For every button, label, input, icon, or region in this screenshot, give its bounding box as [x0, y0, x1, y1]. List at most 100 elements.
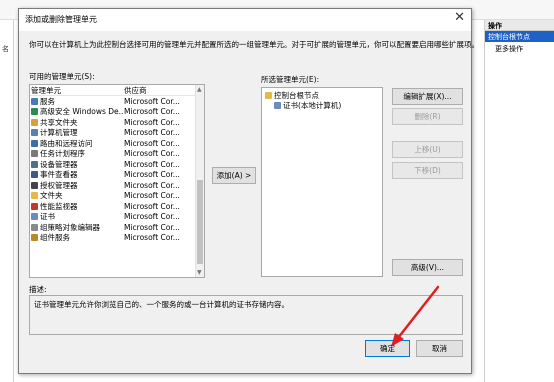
- list-item[interactable]: 任务计划程序 Microsoft Cor...: [30, 149, 196, 160]
- mmc-tree-pane: 名: [0, 20, 14, 382]
- scroll-up-icon[interactable]: ▲: [197, 86, 202, 93]
- selected-snapins-label: 所选管理单元(E):: [261, 75, 320, 84]
- dialog-instructions: 你可以在计算机上为此控制台选择可用的管理单元并配置所选的一组管理单元。对于可扩展…: [29, 40, 479, 49]
- list-item-label: 共享文件夹: [40, 117, 78, 127]
- list-item-vendor: Microsoft Cor...: [124, 191, 180, 201]
- available-snapins-label: 可用的管理单元(S):: [29, 72, 95, 81]
- advanced-button[interactable]: 高级(V)...: [392, 259, 463, 276]
- edit-extensions-button[interactable]: 编辑扩展(X)...: [392, 88, 463, 105]
- list-item-name: 授权管理器: [30, 180, 124, 191]
- list-item-name: 性能监视器: [30, 201, 124, 212]
- folder-icon: [265, 91, 272, 99]
- description-label: 描述:: [29, 285, 47, 294]
- list-item-vendor: Microsoft Cor...: [124, 180, 180, 190]
- services-icon: [31, 97, 38, 105]
- close-icon[interactable]: ✕: [454, 11, 465, 25]
- list-item-vendor: Microsoft Cor...: [124, 170, 180, 180]
- list-item-name: 共享文件夹: [30, 117, 124, 128]
- authorization-manager-icon: [31, 181, 38, 189]
- list-item-label: 文件夹: [40, 191, 63, 201]
- list-item[interactable]: 计算机管理 Microsoft Cor...: [30, 128, 196, 139]
- list-item-vendor: Microsoft Cor...: [124, 107, 180, 117]
- list-item-label: 组策略对象编辑器: [40, 222, 100, 232]
- list-item-label: 事件查看器: [40, 170, 78, 180]
- list-item[interactable]: 事件查看器 Microsoft Cor...: [30, 170, 196, 181]
- tree-node[interactable]: 证书(本地计算机): [262, 100, 382, 110]
- actions-more-actions[interactable]: 更多操作: [485, 42, 554, 56]
- tree-node-label: 证书(本地计算机): [283, 100, 342, 110]
- selected-rows: 控制台根节点 证书(本地计算机): [262, 88, 382, 110]
- tree-node[interactable]: 控制台根节点: [262, 90, 382, 100]
- available-list-header: 管理单元 供应商: [30, 85, 196, 96]
- list-item-vendor: Microsoft Cor...: [124, 201, 180, 211]
- remove-button[interactable]: 删除(R): [392, 108, 463, 125]
- list-item-label: 高级安全 Windows De...: [40, 107, 124, 117]
- list-item[interactable]: 高级安全 Windows De... Microsoft Cor...: [30, 107, 196, 118]
- computer-management-icon: [31, 129, 38, 137]
- list-item-label: 证书: [40, 212, 55, 222]
- list-item-name: 路由和远程访问: [30, 138, 124, 149]
- move-down-button[interactable]: 下移(D): [392, 162, 463, 179]
- column-header-snapin[interactable]: 管理单元: [30, 85, 124, 95]
- cancel-button[interactable]: 取消: [416, 340, 463, 357]
- list-item-name: 组件服务: [30, 232, 124, 243]
- add-button[interactable]: 添加(A) >: [212, 167, 256, 184]
- list-item-vendor: Microsoft Cor...: [124, 128, 180, 138]
- list-item[interactable]: 路由和远程访问 Microsoft Cor...: [30, 138, 196, 149]
- routing-icon: [31, 139, 38, 147]
- available-snapins-list[interactable]: 管理单元 供应商 服务 Microsoft Cor... 高级安全 Windows …: [29, 84, 205, 278]
- firewall-icon: [31, 108, 38, 116]
- tree-pane-label: 名: [2, 45, 9, 53]
- list-item-label: 授权管理器: [40, 180, 78, 190]
- dialog-title: 添加或删除管理单元: [25, 15, 97, 24]
- list-item[interactable]: 证书 Microsoft Cor...: [30, 212, 196, 223]
- dialog-titlebar: 添加或删除管理单元 ✕: [19, 9, 471, 31]
- description-text: 证书管理单元允许你浏览自己的、一个服务的或一台计算机的证书存储内容。: [34, 300, 289, 309]
- component-services-icon: [31, 234, 38, 242]
- available-list-scrollbar[interactable]: ▲ ▼: [195, 85, 204, 277]
- scroll-down-icon[interactable]: ▼: [197, 269, 202, 276]
- task-scheduler-icon: [31, 150, 38, 158]
- add-remove-snapins-dialog: 添加或删除管理单元 ✕ 你可以在计算机上为此控制台选择可用的管理单元并配置所选的…: [18, 8, 479, 374]
- list-item[interactable]: 服务 Microsoft Cor...: [30, 96, 196, 107]
- list-item-name: 任务计划程序: [30, 148, 124, 159]
- list-item[interactable]: 组件服务 Microsoft Cor...: [30, 233, 196, 244]
- list-item-vendor: Microsoft Cor...: [124, 222, 180, 232]
- list-item-label: 服务: [40, 96, 55, 106]
- list-item-vendor: Microsoft Cor...: [124, 96, 180, 106]
- list-item-name: 高级安全 Windows De...: [30, 106, 124, 117]
- performance-monitor-icon: [31, 202, 38, 210]
- list-item-vendor: Microsoft Cor...: [124, 233, 180, 243]
- list-item-name: 证书: [30, 211, 124, 222]
- scrollbar-thumb[interactable]: [197, 180, 203, 264]
- certificate-icon: [274, 101, 281, 109]
- list-item[interactable]: 授权管理器 Microsoft Cor...: [30, 180, 196, 191]
- list-item[interactable]: 设备管理器 Microsoft Cor...: [30, 159, 196, 170]
- actions-pane: 操作 控制台根节点 更多操作: [484, 20, 554, 382]
- column-header-vendor[interactable]: 供应商: [124, 85, 196, 95]
- list-item-vendor: Microsoft Cor...: [124, 138, 180, 148]
- list-item-vendor: Microsoft Cor...: [124, 117, 180, 127]
- list-item[interactable]: 文件夹 Microsoft Cor...: [30, 191, 196, 202]
- list-item-vendor: Microsoft Cor...: [124, 159, 180, 169]
- list-item-name: 事件查看器: [30, 169, 124, 180]
- group-policy-icon: [31, 223, 38, 231]
- list-item-name: 设备管理器: [30, 159, 124, 170]
- list-item[interactable]: 共享文件夹 Microsoft Cor...: [30, 117, 196, 128]
- folder-icon: [31, 192, 38, 200]
- actions-item-console-root[interactable]: 控制台根节点: [485, 31, 554, 42]
- list-item[interactable]: 性能监视器 Microsoft Cor...: [30, 201, 196, 212]
- list-item-label: 任务计划程序: [40, 149, 85, 159]
- selected-snapins-tree[interactable]: 控制台根节点 证书(本地计算机): [261, 87, 383, 277]
- description-box: 证书管理单元允许你浏览自己的、一个服务的或一台计算机的证书存储内容。: [29, 295, 463, 335]
- list-item-vendor: Microsoft Cor...: [124, 149, 180, 159]
- shared-folder-icon: [31, 118, 38, 126]
- actions-header: 操作: [485, 20, 554, 31]
- list-item[interactable]: 组策略对象编辑器 Microsoft Cor...: [30, 222, 196, 233]
- available-rows: 服务 Microsoft Cor... 高级安全 Windows De... Micr…: [30, 96, 196, 243]
- list-item-name: 服务: [30, 96, 124, 107]
- ok-button[interactable]: 确定: [365, 340, 410, 357]
- list-item-label: 性能监视器: [40, 201, 78, 211]
- move-up-button[interactable]: 上移(U): [392, 141, 463, 158]
- certificate-icon: [31, 213, 38, 221]
